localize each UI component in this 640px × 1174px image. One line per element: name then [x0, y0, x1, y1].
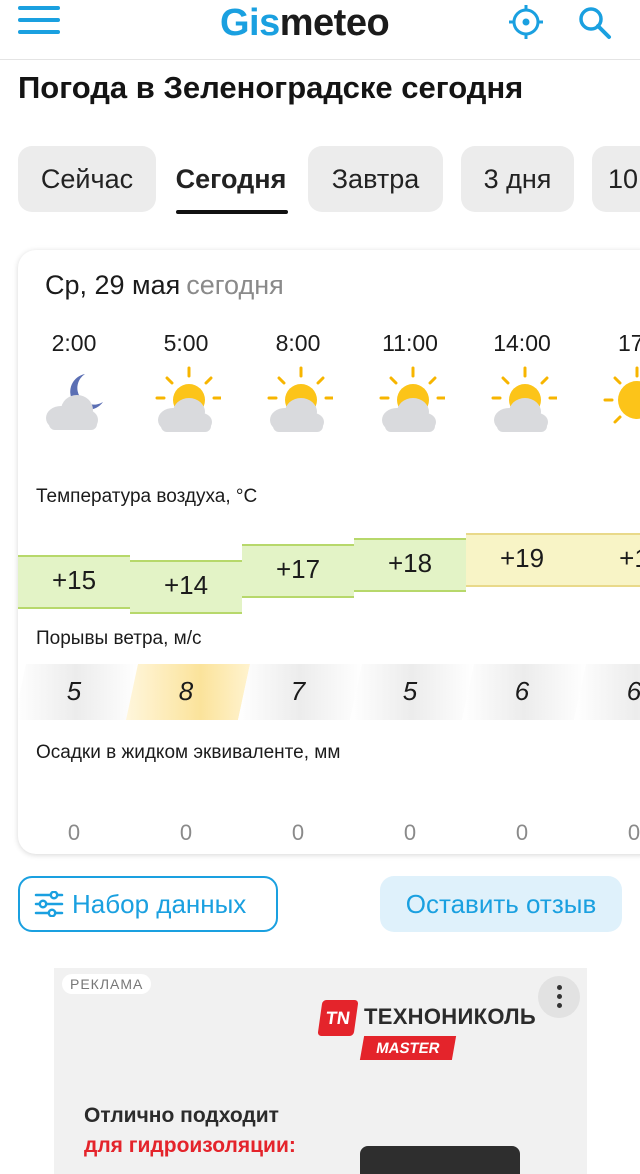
wind-value: 7 — [290, 676, 306, 706]
time-label: 2:00 — [51, 330, 97, 356]
ad-label: РЕКЛАМА — [62, 974, 152, 994]
page-title: Погода в Зеленоградске сегодня — [18, 70, 524, 105]
logo-gis: Gis — [220, 2, 280, 44]
tab-today[interactable]: Сегодня — [170, 146, 292, 214]
time-label: 17: — [618, 330, 640, 356]
temperature-value: +15 — [51, 564, 97, 595]
precip-value: 0 — [179, 820, 193, 845]
sun-icon — [603, 366, 640, 424]
time-label: 5:00 — [163, 330, 209, 356]
wind-value: 8 — [178, 676, 194, 706]
forecast-card: Ср, 29 мая сегодня 2:00 5:00 8:00 11:00 1… — [18, 250, 640, 854]
data-set-label: Набор данных — [72, 888, 247, 919]
precip-row: 0 0 0 0 0 0 — [18, 820, 640, 850]
moon-cloud-icon — [46, 374, 103, 430]
menu-icon[interactable] — [18, 6, 62, 36]
period-tabs: Сейчас Сегодня Завтра 3 дня 10 — [18, 146, 640, 216]
sun-cloud-icon — [155, 366, 221, 432]
temperature-value: +14 — [163, 570, 209, 600]
sun-cloud-icon — [491, 366, 557, 432]
tab-3-days[interactable]: 3 дня — [461, 146, 574, 212]
wind-label: Порывы ветра, м/с — [36, 628, 202, 649]
tab-now[interactable]: Сейчас — [18, 146, 156, 212]
feedback-button[interactable]: Оставить отзыв — [380, 876, 622, 932]
temperature-value: +18 — [387, 548, 433, 578]
time-label: 14:00 — [493, 330, 551, 356]
ad-banner[interactable]: РЕКЛАМА TN ТЕХНОНИКОЛЬ MASTER Отлично по… — [54, 968, 587, 1174]
wind-value: 6 — [514, 676, 530, 706]
sliders-icon — [34, 891, 64, 917]
wind-value: 5 — [66, 676, 82, 706]
ad-product-image — [360, 1146, 520, 1174]
logo-meteo: meteo — [279, 2, 390, 44]
ad-brand: ТЕХНОНИКОЛЬ — [364, 1004, 537, 1029]
wind-value: 6 — [626, 676, 640, 706]
forecast-date: Ср, 29 мая сегодня — [45, 270, 284, 301]
ad-text-line1: Отлично подходит — [84, 1104, 279, 1127]
precip-value: 0 — [291, 820, 305, 845]
temperature-value: +19 — [499, 542, 545, 573]
temperature-value: +1 — [619, 542, 640, 573]
temperature-value: +17 — [275, 553, 321, 584]
precip-value: 0 — [67, 820, 81, 845]
brand-logo-icon: TN — [317, 1000, 359, 1036]
data-set-button[interactable]: Набор данных — [18, 876, 278, 932]
logo[interactable]: Gismeteo — [220, 2, 390, 45]
wind-value: 5 — [402, 676, 418, 706]
time-label: 11:00 — [382, 330, 438, 356]
time-label: 8:00 — [275, 330, 321, 356]
ad-text-line2: для гидроизоляции: — [84, 1134, 296, 1157]
date-label: Ср, 29 мая — [45, 270, 181, 300]
time-row: 2:00 5:00 8:00 11:00 14:00 17: — [18, 330, 640, 360]
sun-cloud-icon — [267, 366, 333, 432]
sun-cloud-icon — [379, 366, 445, 432]
precip-value: 0 — [515, 820, 529, 845]
precip-label: Осадки в жидком эквиваленте, мм — [36, 742, 341, 763]
app-header: Gismeteo — [0, 0, 640, 60]
temperature-label: Температура воздуха, °C — [36, 486, 258, 507]
weather-icon-row — [18, 366, 640, 436]
wind-row: 5 8 7 5 6 6 — [18, 664, 640, 720]
ad-badge: MASTER — [359, 1036, 457, 1060]
tab-tomorrow[interactable]: Завтра — [308, 146, 443, 212]
search-icon[interactable] — [576, 4, 612, 40]
precip-value: 0 — [627, 820, 640, 845]
tab-10-days[interactable]: 10 — [592, 146, 640, 212]
date-sub-label: сегодня — [186, 270, 284, 300]
temperature-graph: +15 +14 +17 +18 +19 +1 — [18, 520, 640, 614]
precip-value: 0 — [403, 820, 417, 845]
more-icon[interactable] — [538, 976, 580, 1018]
locate-icon[interactable] — [508, 4, 544, 40]
